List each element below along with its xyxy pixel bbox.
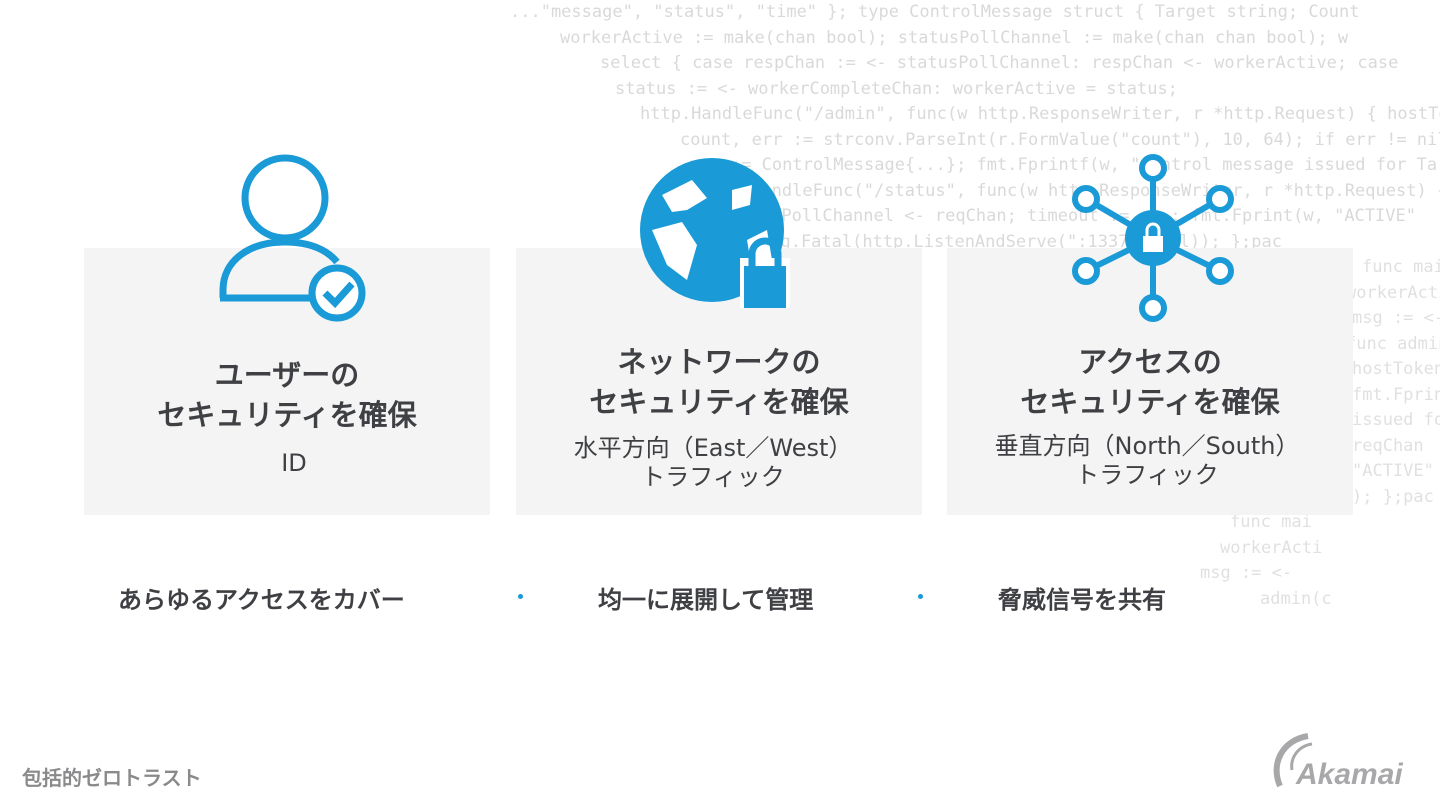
footer-title: 包括的ゼロトラスト — [22, 766, 202, 790]
akamai-logo: Akamai — [1273, 733, 1403, 791]
code-line: msg := <- — [1200, 563, 1293, 583]
code-line: select { case respChan := <- statusPollC… — [600, 53, 1399, 73]
code-line: count, err := strconv.ParseInt(r.FormVal… — [680, 129, 1440, 150]
code-line: issued for Tar — [1352, 410, 1440, 430]
code-line: hostTokens — [1352, 359, 1440, 379]
card-subtitle: 水平方向（East／West） トラフィック — [573, 434, 853, 491]
code-line: admin(c — [1260, 588, 1332, 609]
svg-text:Akamai: Akamai — [1295, 758, 1403, 791]
code-line: workerActi — [1346, 282, 1440, 303]
code-line: func mai — [1230, 512, 1312, 532]
code-line: http.HandleFunc("/admin", func(w http.Re… — [640, 104, 1440, 124]
card-title: アクセスの セキュリティを確保 — [1020, 345, 1280, 419]
code-line: fmt.Fprintf(w, — [1352, 384, 1440, 405]
card-title: ネットワークの セキュリティを確保 — [589, 345, 849, 419]
code-line: reqChan — [1352, 435, 1424, 456]
code-line: ..."message", "status", "time" }; type C… — [510, 2, 1360, 22]
bullet-dot — [918, 594, 923, 599]
code-line: workerActi — [1220, 537, 1323, 558]
card-title: ユーザーの セキュリティを確保 — [157, 358, 417, 432]
card-subtitle: ID — [281, 449, 307, 477]
code-line: status := <- workerCompleteChan: workerA… — [615, 78, 1178, 99]
feature-share-threat-signals: 脅威信号を共有 — [998, 586, 1166, 614]
feature-cover-all-access: あらゆるアクセスをカバー — [118, 586, 405, 614]
code-line: func mai — [1362, 257, 1440, 277]
code-line: msg := <- — [1352, 308, 1440, 328]
feature-unified-deploy: 均一に展開して管理 — [598, 586, 814, 614]
code-line: workerActive := make(chan bool); statusP… — [560, 27, 1349, 48]
user-check-icon — [219, 154, 366, 322]
network-lock-icon — [1072, 154, 1234, 322]
bullet-dot — [518, 594, 523, 599]
code-line: "ACTIVE" — [1352, 461, 1434, 481]
code-line: ); };pac — [1352, 486, 1434, 507]
card-subtitle: 垂直方向（North／South） トラフィック — [994, 432, 1300, 489]
code-line: func admin(c — [1346, 333, 1440, 354]
globe-lock-icon — [640, 158, 790, 308]
